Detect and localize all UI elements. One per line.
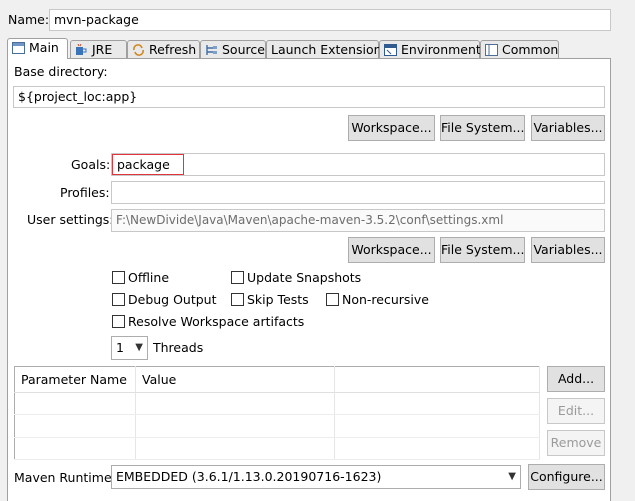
base-directory-label: Base directory: [14, 64, 108, 79]
column-header-value[interactable]: Value [135, 366, 335, 393]
chevron-down-icon: ▼ [508, 471, 516, 482]
goals-highlight-box: package [112, 154, 184, 175]
table-row[interactable] [14, 414, 540, 438]
offline-label: Offline [128, 270, 170, 285]
remove-parameter-button[interactable]: Remove [547, 430, 605, 456]
source-icon [205, 43, 218, 55]
name-label: Name: [8, 12, 50, 27]
threads-label: Threads [153, 340, 204, 355]
resolve-workspace-label: Resolve Workspace artifacts [128, 314, 305, 329]
tab-environment[interactable]: Environment [379, 40, 481, 59]
tab-environment-label: Environment [401, 42, 481, 57]
main-tab-icon [12, 41, 25, 54]
threads-value: 1 [116, 340, 124, 355]
tab-jre-label: JRE [92, 42, 113, 57]
table-row[interactable] [14, 392, 540, 416]
table-header-row: Parameter Name Value [14, 366, 540, 393]
parameters-table[interactable]: Parameter Name Value [14, 366, 540, 461]
resolve-workspace-checkbox[interactable] [112, 315, 125, 328]
base-file-system-button[interactable]: File System... [440, 115, 525, 141]
table-row[interactable] [14, 437, 540, 461]
non-recursive-label: Non-recursive [342, 292, 429, 307]
debug-output-checkbox[interactable] [112, 293, 125, 306]
settings-variables-button[interactable]: Variables... [531, 237, 605, 263]
name-field[interactable]: mvn-package [49, 9, 611, 31]
base-variables-button[interactable]: Variables... [531, 115, 605, 141]
tab-launch-extensions-label: Launch Extensions [271, 42, 389, 57]
user-settings-field[interactable]: F:\NewDivide\Java\Maven\apache-maven-3.5… [111, 209, 605, 232]
tab-launch-extensions[interactable]: Launch Extensions [266, 40, 388, 59]
tab-main[interactable]: Main [7, 38, 68, 59]
profiles-field[interactable] [111, 181, 605, 204]
user-settings-label: User settings: [27, 212, 114, 227]
edit-parameter-button[interactable]: Edit... [547, 398, 605, 424]
jre-icon [75, 43, 88, 55]
update-snapshots-checkbox[interactable] [231, 271, 244, 284]
maven-runtime-label: Maven Runtime: [14, 470, 116, 485]
add-parameter-button[interactable]: Add... [547, 366, 605, 392]
tab-main-label: Main [29, 40, 59, 55]
tab-refresh-label: Refresh [149, 42, 197, 57]
settings-workspace-button[interactable]: Workspace... [348, 237, 435, 263]
tab-source-label: Source [222, 42, 265, 57]
configure-button[interactable]: Configure... [528, 464, 605, 490]
tab-common-label: Common [502, 42, 559, 57]
tab-common[interactable]: Common [480, 40, 559, 59]
column-header-parameter-name[interactable]: Parameter Name [14, 366, 136, 393]
chevron-down-icon: ▼ [135, 342, 143, 353]
debug-output-label: Debug Output [128, 292, 217, 307]
tab-jre[interactable]: JRE [70, 40, 127, 59]
refresh-icon [132, 43, 145, 56]
tab-bar: Main JRE Refresh Source Launch Extension… [7, 38, 611, 59]
update-snapshots-label: Update Snapshots [247, 270, 362, 285]
maven-runtime-value: EMBEDDED (3.6.1/1.13.0.20190716-1623) [116, 469, 382, 484]
profiles-label: Profiles: [60, 185, 110, 200]
base-directory-field[interactable]: ${project_loc:app} [13, 86, 605, 108]
skip-tests-label: Skip Tests [247, 292, 309, 307]
common-icon [485, 43, 498, 56]
goals-field[interactable] [111, 153, 605, 176]
base-workspace-button[interactable]: Workspace... [348, 115, 435, 141]
goals-label: Goals: [71, 157, 111, 172]
settings-file-system-button[interactable]: File System... [440, 237, 525, 263]
skip-tests-checkbox[interactable] [231, 293, 244, 306]
maven-runtime-select[interactable]: EMBEDDED (3.6.1/1.13.0.20190716-1623) ▼ [111, 465, 521, 489]
tab-source[interactable]: Source [200, 40, 266, 59]
non-recursive-checkbox[interactable] [326, 293, 339, 306]
tab-refresh[interactable]: Refresh [127, 40, 200, 59]
threads-select[interactable]: 1 ▼ [111, 336, 148, 360]
column-header-empty [334, 366, 540, 393]
offline-checkbox[interactable] [112, 271, 125, 284]
environment-icon [384, 43, 397, 56]
